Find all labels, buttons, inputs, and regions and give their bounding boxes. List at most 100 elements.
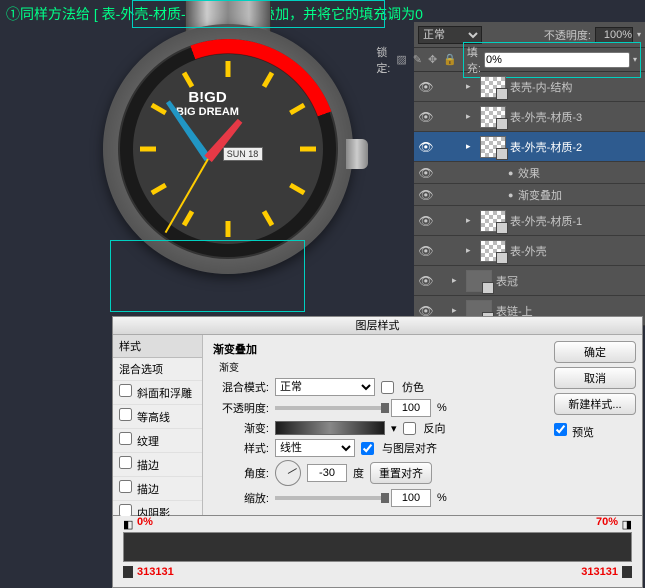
style-category-item[interactable]: 混合选项 (113, 358, 202, 381)
reset-align-button[interactable]: 重置对齐 (370, 462, 432, 484)
style-item-checkbox[interactable] (119, 408, 132, 421)
lock-position-icon[interactable]: ✥ (428, 53, 437, 67)
layer-row[interactable]: 👁●渐变叠加 (414, 184, 645, 206)
gradient-bar[interactable] (123, 532, 632, 562)
layers-panel: 正常 不透明度: ▾ 锁定: ▨ ✎ ✥ 🔒 填充: ▾ 👁▸表壳-内-结构👁▸… (414, 22, 645, 326)
layer-name: 表壳-内-结构 (510, 79, 645, 95)
style-category-item[interactable]: 斜面和浮雕 (113, 381, 202, 405)
gradient-dropdown-icon[interactable]: ▾ (391, 422, 397, 435)
expand-arrow-icon[interactable]: ▸ (466, 245, 476, 256)
scale-slider[interactable] (275, 496, 385, 500)
scale-input[interactable] (391, 489, 431, 507)
style-category-item[interactable]: 等高线 (113, 405, 202, 429)
visibility-icon[interactable]: 👁 (414, 244, 438, 258)
watch-crown (346, 139, 368, 169)
opacity-stops-row[interactable]: ◧ 0% 70% ◨ (123, 516, 632, 532)
angle-label: 角度: (213, 465, 269, 481)
expand-arrow-icon[interactable]: ▸ (466, 141, 476, 152)
lock-all-icon[interactable]: 🔒 (443, 53, 457, 67)
expand-arrow-icon[interactable]: ▸ (452, 305, 462, 316)
style-category-item[interactable]: 描边 (113, 477, 202, 501)
style-select[interactable]: 线性 (275, 439, 355, 457)
layer-name: 表-外壳-材质-3 (510, 109, 645, 125)
visibility-icon[interactable]: 👁 (414, 166, 438, 180)
style-item-checkbox[interactable] (119, 384, 132, 397)
color-stop-right[interactable] (622, 566, 632, 578)
opacity-dropdown-icon[interactable]: ▾ (637, 30, 641, 39)
layer-thumbnail (466, 270, 492, 292)
hour-mark (225, 61, 230, 77)
gradient-editor: ◧ 0% 70% ◨ 313131 313131 (112, 516, 643, 588)
color-stops-row[interactable]: 313131 313131 (123, 562, 632, 578)
layer-thumbnail (480, 136, 506, 158)
opacity-slider[interactable] (275, 406, 385, 410)
color-stop-right-label: 313131 (581, 566, 618, 578)
visibility-icon[interactable]: 👁 (414, 274, 438, 288)
fill-label: 填充: (467, 44, 481, 76)
layer-row[interactable]: 👁 ▸ 表-外壳 (414, 236, 645, 266)
layer-row[interactable]: 👁▸表冠 (414, 266, 645, 296)
opacity-stop-left-icon[interactable]: ◧ (123, 518, 133, 531)
style-item-checkbox[interactable] (119, 480, 132, 493)
lock-transparency-icon[interactable]: ▨ (396, 53, 406, 67)
fill-dropdown-icon[interactable]: ▾ (633, 55, 637, 64)
selection-bottom (110, 240, 305, 312)
preview-checkbox[interactable] (554, 423, 567, 436)
layer-name: 渐变叠加 (518, 187, 645, 203)
dialog-buttons: 确定 取消 新建样式... 预览 (548, 335, 642, 515)
cancel-button[interactable]: 取消 (554, 367, 636, 389)
style-category-item[interactable]: 描边 (113, 453, 202, 477)
align-checkbox[interactable] (361, 442, 374, 455)
lock-paint-icon[interactable]: ✎ (413, 53, 422, 67)
layer-name: 表-外壳-材质-2 (510, 139, 645, 155)
style-category-item[interactable]: 纹理 (113, 429, 202, 453)
visibility-icon[interactable]: 👁 (414, 188, 438, 202)
layer-row[interactable]: 👁 ▸ 表-外壳-材质-3 (414, 102, 645, 132)
visibility-icon[interactable]: 👁 (414, 80, 438, 94)
visibility-icon[interactable]: 👁 (414, 214, 438, 228)
layer-name: 表-外壳-材质-1 (510, 213, 645, 229)
dither-checkbox[interactable] (381, 381, 394, 394)
layer-thumbnail (480, 240, 506, 262)
layer-style-dialog: 图层样式 样式 混合选项 斜面和浮雕 等高线 纹理 描边 描边 内阴影 渐变叠加… (112, 316, 643, 516)
expand-arrow-icon[interactable]: ▸ (466, 215, 476, 226)
layer-row[interactable]: 👁 ▸ 表壳-内-结构 (414, 72, 645, 102)
angle-input[interactable] (307, 464, 347, 482)
color-stop-left[interactable] (123, 566, 133, 578)
expand-arrow-icon[interactable]: ▸ (452, 275, 462, 286)
watch-date: SUN 18 (223, 147, 263, 161)
expand-arrow-icon[interactable]: ▸ (466, 81, 476, 92)
angle-unit: 度 (353, 465, 364, 481)
opacity-stop-right-icon[interactable]: ◨ (622, 518, 632, 531)
layer-thumbnail (480, 210, 506, 232)
reverse-checkbox[interactable] (403, 422, 416, 435)
visibility-icon[interactable]: 👁 (414, 140, 438, 154)
preview-row: 预览 (554, 423, 636, 440)
layer-row[interactable]: 👁 ▸ 表-外壳-材质-1 (414, 206, 645, 236)
reverse-label: 反向 (424, 420, 446, 436)
layer-name: 表-外壳 (510, 243, 645, 259)
opacity-input[interactable] (595, 27, 633, 43)
blend-mode-select-dlg[interactable]: 正常 (275, 378, 375, 396)
new-style-button[interactable]: 新建样式... (554, 393, 636, 415)
blend-mode-label: 混合模式: (213, 379, 269, 395)
align-label: 与图层对齐 (382, 440, 437, 456)
fill-input[interactable] (484, 52, 630, 68)
layer-name: 效果 (518, 165, 645, 181)
hour-mark (225, 221, 230, 237)
style-item-checkbox[interactable] (119, 456, 132, 469)
ok-button[interactable]: 确定 (554, 341, 636, 363)
dialog-title: 图层样式 (113, 317, 642, 335)
expand-arrow-icon[interactable]: ▸ (466, 111, 476, 122)
style-item-checkbox[interactable] (119, 432, 132, 445)
opacity-value-input[interactable] (391, 399, 431, 417)
layer-row[interactable]: 👁 ▸ 表-外壳-材质-2 (414, 132, 645, 162)
hour-mark (300, 147, 316, 152)
angle-dial[interactable] (275, 460, 301, 486)
canvas[interactable]: B!GD BIG DREAM SUN 18 (0, 24, 415, 314)
layer-row[interactable]: 👁●效果 (414, 162, 645, 184)
gradient-preview[interactable] (275, 421, 385, 435)
visibility-icon[interactable]: 👁 (414, 110, 438, 124)
lock-row: 锁定: ▨ ✎ ✥ 🔒 填充: ▾ (414, 48, 645, 72)
layer-thumbnail (480, 106, 506, 128)
